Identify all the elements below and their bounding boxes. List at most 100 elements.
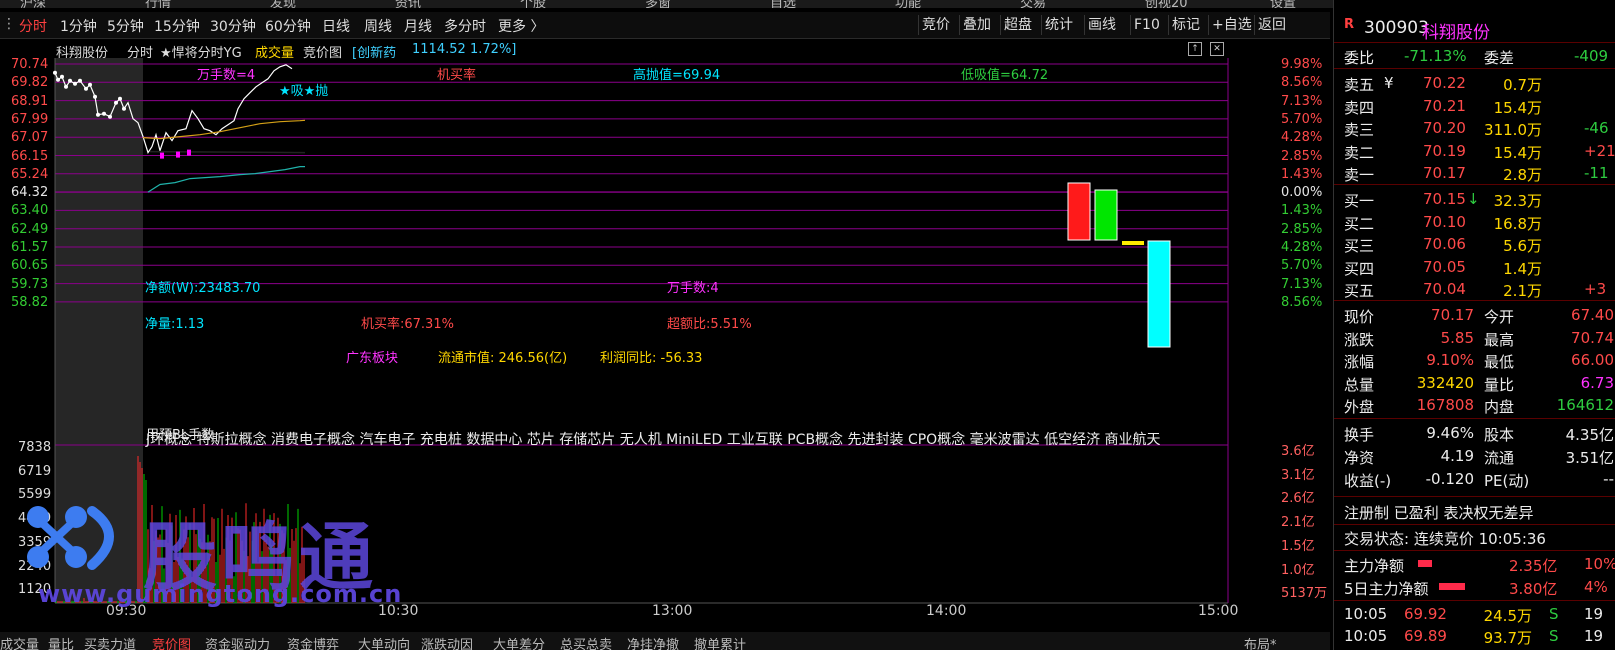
fund-row: 收益(-) -0.120 PE(动) -- <box>1334 468 1615 490</box>
dixi-label: 低吸值=64.72 <box>961 68 1049 83</box>
period-tab[interactable]: 60分钟 <box>265 16 311 36</box>
toolbar-button[interactable]: 叠加 <box>959 15 994 35</box>
period-tab[interactable]: 周线 <box>364 16 392 36</box>
toolbar-button[interactable]: 超盘 <box>1000 15 1035 35</box>
toolbar-button[interactable]: 画线 <box>1084 15 1119 35</box>
bottom-tab[interactable]: 大单动向 <box>358 634 410 650</box>
auction-bar <box>1067 182 1091 241</box>
bottom-tab[interactable]: 成交量 <box>0 634 39 650</box>
ask-volume: 2.8万 <box>1503 166 1542 184</box>
price-point <box>93 94 97 99</box>
quote-value: 332420 <box>1416 373 1474 392</box>
top-menu-item[interactable]: 创视20 <box>1145 0 1188 8</box>
fund-label: 净资 <box>1344 449 1375 467</box>
flow-label: 5日主力净额 <box>1344 580 1429 598</box>
weibi-label: 委比 <box>1344 49 1375 67</box>
pct-tick: 4.28% <box>1281 240 1323 255</box>
price-point <box>96 112 100 117</box>
reg-info-row: 注册制 已盈利 表决权无差异 <box>1334 500 1615 522</box>
ask-price: 70.22 <box>1423 74 1466 92</box>
price-tick: 68.91 <box>11 93 49 109</box>
quote-value: 66.00 <box>1571 351 1614 369</box>
period-tab[interactable]: 更多 〉 <box>498 16 544 36</box>
bottom-tab[interactable]: 量比 <box>48 634 74 650</box>
toolbar-button[interactable]: 标记 <box>1168 15 1203 35</box>
bid-change: +3 <box>1584 280 1607 298</box>
toolbar-button[interactable]: +自选 <box>1208 15 1255 35</box>
price-tick: 58.82 <box>11 294 49 310</box>
bottom-tab[interactable]: 资金驱动力 <box>205 634 270 650</box>
top-menu-item[interactable]: 沪深 <box>20 0 46 8</box>
quote-value: 164612 <box>1556 396 1614 414</box>
indicator-line <box>147 165 305 193</box>
period-tab[interactable]: 月线 <box>404 16 432 36</box>
price-point <box>53 70 57 75</box>
period-tab[interactable]: 5分钟 <box>107 16 144 36</box>
tick-row: 10:05 69.92 24.5万 S 19 <box>1334 603 1615 625</box>
reg-info: 注册制 已盈利 表决权无差异 <box>1344 504 1534 522</box>
watermark-logo-icon <box>27 506 114 570</box>
bottom-tab[interactable]: 大单差分 <box>493 634 545 650</box>
quote-value: 9.10% <box>1426 351 1474 369</box>
top-menu-item[interactable]: 自选 <box>770 0 796 8</box>
tick-price: 69.89 <box>1404 627 1447 645</box>
quote-label: 最高 <box>1484 330 1515 349</box>
quote-label: 总量 <box>1344 375 1375 394</box>
period-tab[interactable]: 分时 <box>19 16 47 36</box>
bid-price: 70.06 <box>1423 235 1466 253</box>
weibi-value: -71.13% <box>1404 47 1467 65</box>
volume-amount-tick: 1.0亿 <box>1281 562 1315 578</box>
pct-tick: 1.43% <box>1281 203 1323 219</box>
quote-value: 5.85 <box>1440 328 1474 347</box>
toolbar-button[interactable]: 统计 <box>1041 15 1076 35</box>
layout-button[interactable]: 布局* <box>1244 634 1277 650</box>
top-menu-item[interactable]: 设置 <box>1270 0 1296 8</box>
tick-side: S <box>1549 627 1559 645</box>
bid-label: 买四 <box>1344 259 1375 278</box>
bid-price: 70.15 <box>1423 190 1466 208</box>
price-tick: 67.99 <box>11 111 49 127</box>
top-menu-item[interactable]: 行情 <box>145 0 171 8</box>
trade-status-row: 交易状态: 连续竞价 10:05:36 <box>1334 526 1615 548</box>
price-tick: 62.49 <box>11 221 49 237</box>
period-tab[interactable]: 1分钟 <box>60 16 97 36</box>
bottom-tab[interactable]: 资金博弈 <box>287 634 339 650</box>
fund-label: 流通 <box>1484 449 1515 467</box>
bottom-tab[interactable]: 竞价图 <box>152 634 191 650</box>
pct-tick: 8.56% <box>1281 294 1323 310</box>
top-menu-item[interactable]: 发现 <box>270 0 296 8</box>
ask-label: 卖一 <box>1344 166 1375 184</box>
quote-label: 最低 <box>1484 353 1515 371</box>
pct-tick: 9.98% <box>1281 57 1323 72</box>
period-tab[interactable]: 日线 <box>322 16 350 36</box>
bottom-tab[interactable]: 买卖力道 <box>84 634 136 650</box>
period-tab[interactable]: 15分钟 <box>154 16 200 36</box>
period-tab[interactable]: 30分钟 <box>210 16 256 36</box>
quote-value: 70.17 <box>1431 306 1474 324</box>
toolbar-button[interactable]: 竞价 <box>918 15 953 35</box>
jimailv-label: 机买率 <box>437 68 477 83</box>
bottom-tab[interactable]: 撤单累计 <box>694 634 746 650</box>
pct-tick: 4.28% <box>1281 130 1323 146</box>
top-menu-item[interactable]: 多窗 <box>645 0 671 8</box>
period-tab[interactable]: 多分时 <box>444 16 486 36</box>
top-menu-item[interactable]: 功能 <box>895 0 921 8</box>
top-menu-item[interactable]: 交易 <box>1020 0 1046 8</box>
ask-change: -46 <box>1584 119 1609 137</box>
top-menu-item[interactable]: 个股 <box>520 0 546 8</box>
toolbar-button[interactable]: F10 <box>1130 15 1163 35</box>
toolbar-button[interactable]: 返回 <box>1254 15 1289 35</box>
watermark-url: www.gumingtong.com.cn <box>38 580 403 608</box>
pct-tick: 5.70% <box>1281 111 1323 127</box>
chaoe-label: 超额比:5.51% <box>667 317 752 332</box>
bid-row: 买二 70.10 16.8万 <box>1334 211 1615 233</box>
top-menu-item[interactable]: 资讯 <box>395 0 421 8</box>
bottom-tab[interactable]: 涨跌动因 <box>421 634 473 650</box>
price-point <box>114 100 118 105</box>
bottom-tab[interactable]: 总买总卖 <box>560 634 612 650</box>
quote-row: 现价 70.17 今开 67.40 <box>1334 304 1615 326</box>
flow-pct: 10% <box>1584 555 1615 573</box>
menu-icon[interactable]: ⋮ <box>2 16 16 32</box>
bottom-tab[interactable]: 净挂净撤 <box>627 634 679 650</box>
volume-amount-tick: 2.1亿 <box>1281 515 1315 531</box>
